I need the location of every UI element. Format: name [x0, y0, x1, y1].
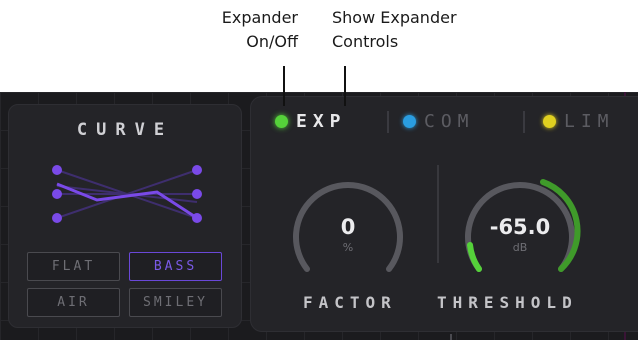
- knob-separator: [437, 165, 439, 263]
- callout-line-1: Expander: [221, 8, 298, 27]
- dynamics-section: EXP COM LIM 0 % FACTOR -65.0 dB THRESHOL…: [250, 96, 638, 332]
- callout-line-2: On/Off: [246, 32, 298, 51]
- callout-expander-onoff: Expander On/Off: [196, 6, 298, 54]
- tab-separator: [387, 111, 389, 133]
- tab-com[interactable]: COM: [403, 109, 475, 133]
- curve-air-button[interactable]: AIR: [27, 288, 120, 317]
- exp-power-toggle[interactable]: [275, 114, 288, 128]
- tab-lim[interactable]: LIM: [543, 109, 615, 133]
- threshold-unit: dB: [512, 241, 528, 254]
- callout-line-1: Show Expander: [332, 8, 457, 27]
- callout-leader-line: [283, 66, 285, 106]
- tab-com-label[interactable]: COM: [424, 111, 475, 132]
- factor-knob[interactable]: 0 %: [285, 169, 411, 281]
- threshold-knob[interactable]: -65.0 dB: [457, 169, 583, 281]
- curve-flat-button[interactable]: FLAT: [27, 252, 120, 281]
- tab-lim-label[interactable]: LIM: [564, 111, 615, 132]
- curve-bass-button[interactable]: BASS: [129, 252, 222, 281]
- callout-show-expander-controls: Show Expander Controls: [332, 6, 532, 54]
- plugin-panel: CURVE FLAT BASS AIR SMILEY EXP COM LIM 0…: [0, 92, 638, 340]
- lim-power-toggle[interactable]: [543, 114, 556, 128]
- tab-separator: [523, 111, 525, 133]
- curve-title: CURVE: [76, 120, 174, 140]
- factor-label: FACTOR: [303, 293, 397, 312]
- factor-unit: %: [342, 241, 354, 254]
- curve-graph-icon: [52, 165, 202, 223]
- callout-line-2: Controls: [332, 32, 399, 51]
- tab-exp-label[interactable]: EXP: [296, 111, 347, 132]
- threshold-label: THRESHOLD: [437, 293, 578, 312]
- factor-value: 0: [340, 215, 356, 239]
- curve-section: CURVE FLAT BASS AIR SMILEY: [8, 104, 242, 328]
- curve-smiley-button[interactable]: SMILEY: [129, 288, 222, 317]
- callout-leader-line: [344, 66, 346, 106]
- threshold-value: -65.0: [489, 215, 551, 239]
- tab-exp[interactable]: EXP: [275, 109, 347, 133]
- com-power-toggle[interactable]: [403, 114, 416, 128]
